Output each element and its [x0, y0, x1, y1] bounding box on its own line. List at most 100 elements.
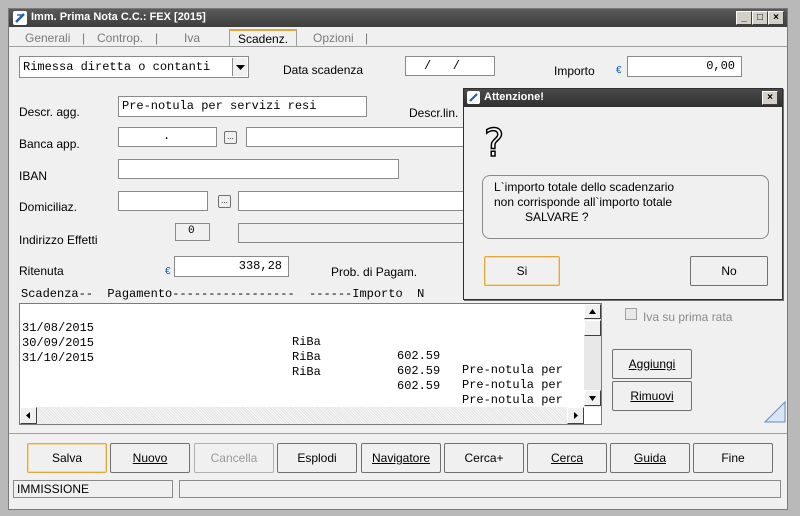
maximize-button[interactable]: □: [752, 11, 768, 25]
domiciliaz-description-field[interactable]: [238, 191, 466, 211]
tab-separator: |: [155, 31, 159, 45]
ritenuta-value: 338,28: [238, 259, 282, 273]
iban-label: IBAN: [19, 169, 48, 183]
indirizzo-effetti-description: [238, 223, 466, 243]
tab-separator: |: [365, 31, 369, 45]
banca-value: .: [163, 129, 171, 143]
status-bar: IMMISSIONE: [9, 479, 787, 501]
title-bar[interactable]: Imm. Prima Nota C.C.: FEX [2015] _ □ ×: [9, 9, 787, 27]
question-glyph: ?: [483, 120, 505, 166]
descr-lin-label: Descr.lin.: [409, 106, 459, 120]
dialog-title: Attenzione!: [484, 91, 544, 103]
iva-prima-rata-checkbox[interactable]: [625, 308, 637, 320]
scroll-down-icon[interactable]: [584, 390, 601, 406]
question-icon: ?: [483, 120, 514, 169]
prob-pagam-label: Prob. di Pagam.: [331, 265, 418, 279]
app-icon: [13, 11, 27, 25]
tab-divider: [9, 46, 787, 47]
importo-value: 0,00: [706, 59, 735, 73]
row-note: Pre-notula per: [462, 378, 563, 392]
scroll-left-icon[interactable]: [20, 407, 37, 424]
minimize-button[interactable]: _: [736, 11, 752, 25]
cerca-button[interactable]: Cerca: [527, 443, 607, 473]
status-mode: IMMISSIONE: [13, 480, 173, 498]
cerca-plus-button[interactable]: Cerca+: [444, 443, 524, 473]
scroll-thumb[interactable]: [584, 320, 601, 336]
banca-label: Banca app.: [19, 137, 80, 151]
row-importo: 602.59: [397, 379, 441, 393]
status-info: [179, 480, 781, 498]
message-line-2: non corrisponde all`importo totale: [494, 195, 673, 209]
dialog-title-bar[interactable]: Attenzione! ×: [464, 89, 782, 107]
indirizzo-effetti-input[interactable]: 0: [175, 223, 210, 241]
guida-button[interactable]: Guida: [610, 443, 690, 473]
descr-agg-label: Descr. agg.: [19, 105, 80, 119]
tab-scadenz[interactable]: Scadenz.: [229, 29, 298, 47]
close-button[interactable]: ×: [768, 11, 784, 25]
scroll-up-icon[interactable]: [584, 304, 601, 319]
importo-input[interactable]: 0,00: [627, 56, 742, 77]
message-box: L`importo totale dello scadenzario non c…: [482, 175, 769, 239]
row-pagamento: RiBa: [292, 350, 321, 364]
row-scadenza: 31/10/2015: [22, 351, 95, 365]
tab-separator: |: [82, 31, 86, 45]
row-importo: 602.59: [397, 349, 441, 363]
indirizzo-effetti-label: Indirizzo Effetti: [19, 233, 98, 247]
grid-header: Scadenza-- Pagamento----------------- --…: [21, 287, 425, 301]
ritenuta-label: Ritenuta: [19, 264, 64, 278]
tab-strip: Generali | Controp. | Iva Scadenz. Opzio…: [9, 29, 787, 47]
no-button[interactable]: No: [690, 256, 768, 286]
importo-label: Importo: [554, 64, 595, 78]
domiciliaz-label: Domiciliaz.: [19, 200, 78, 214]
payment-type-select[interactable]: Rimessa diretta o contanti: [19, 56, 249, 78]
message-line-3: SALVARE ?: [525, 210, 589, 224]
attenzione-dialog: Attenzione! × ? L`importo totale dello s…: [463, 88, 783, 300]
rimuovi-button[interactable]: Rimuovi: [612, 381, 692, 411]
fine-button[interactable]: Fine: [693, 443, 773, 473]
euro-icon: €: [616, 65, 622, 76]
scroll-right-icon[interactable]: [567, 407, 584, 424]
row-pagamento: RiBa: [292, 365, 321, 379]
navigatore-button[interactable]: Navigatore: [361, 443, 441, 473]
horizontal-scrollbar[interactable]: [20, 407, 584, 424]
domiciliaz-lookup-button[interactable]: ...: [218, 195, 231, 208]
tab-iva[interactable]: Iva: [184, 31, 200, 45]
indirizzo-effetti-value: 0: [188, 225, 195, 237]
data-scadenza-input[interactable]: / /: [405, 56, 495, 76]
table-row[interactable]: 31/08/2015 RiBa 602.59 Pre-notula per: [22, 307, 584, 377]
table-row[interactable]: 31/10/2015 RiBa 602.59 Pre-notula per: [22, 337, 584, 407]
row-note: Pre-notula per: [462, 393, 563, 407]
vertical-scrollbar[interactable]: [584, 304, 601, 407]
banca-input[interactable]: .: [118, 127, 217, 147]
resize-grip-icon[interactable]: [763, 400, 786, 423]
banca-description-field[interactable]: [246, 127, 466, 147]
euro-icon: €: [165, 266, 171, 277]
tab-controp[interactable]: Controp.: [97, 31, 143, 45]
descr-agg-value: Pre-notula per servizi resi: [122, 99, 317, 113]
cancella-button[interactable]: Cancella: [194, 443, 274, 473]
si-button[interactable]: Si: [484, 256, 560, 286]
row-note: Pre-notula per: [462, 363, 563, 377]
scadenze-grid[interactable]: 31/08/2015 RiBa 602.59 Pre-notula per 30…: [19, 303, 602, 425]
nuovo-button[interactable]: Nuovo: [110, 443, 190, 473]
data-scadenza-value: / /: [424, 59, 461, 73]
window-title: Imm. Prima Nota C.C.: FEX [2015]: [31, 11, 206, 23]
dropdown-arrow-icon[interactable]: [232, 58, 247, 76]
table-row[interactable]: 30/09/2015 RiBa 602.59 Pre-notula per: [22, 322, 584, 392]
esplodi-button[interactable]: Esplodi: [277, 443, 357, 473]
banca-lookup-button[interactable]: ...: [224, 131, 237, 144]
iban-input[interactable]: [118, 159, 399, 179]
toolbar-divider: [9, 433, 787, 434]
domiciliaz-input[interactable]: [118, 191, 208, 211]
aggiungi-button[interactable]: Aggiungi: [612, 349, 692, 379]
row-importo: 602.59: [397, 364, 441, 378]
dialog-close-button[interactable]: ×: [762, 91, 778, 105]
tab-opzioni[interactable]: Opzioni: [313, 31, 354, 45]
app-icon: [467, 91, 480, 104]
payment-type-value: Rimessa diretta o contanti: [23, 60, 211, 74]
iva-prima-rata-label: Iva su prima rata: [643, 310, 733, 324]
descr-agg-input[interactable]: Pre-notula per servizi resi: [118, 96, 367, 117]
salva-button[interactable]: Salva: [27, 443, 107, 473]
ritenuta-input[interactable]: 338,28: [174, 256, 289, 277]
tab-generali[interactable]: Generali: [25, 31, 70, 45]
